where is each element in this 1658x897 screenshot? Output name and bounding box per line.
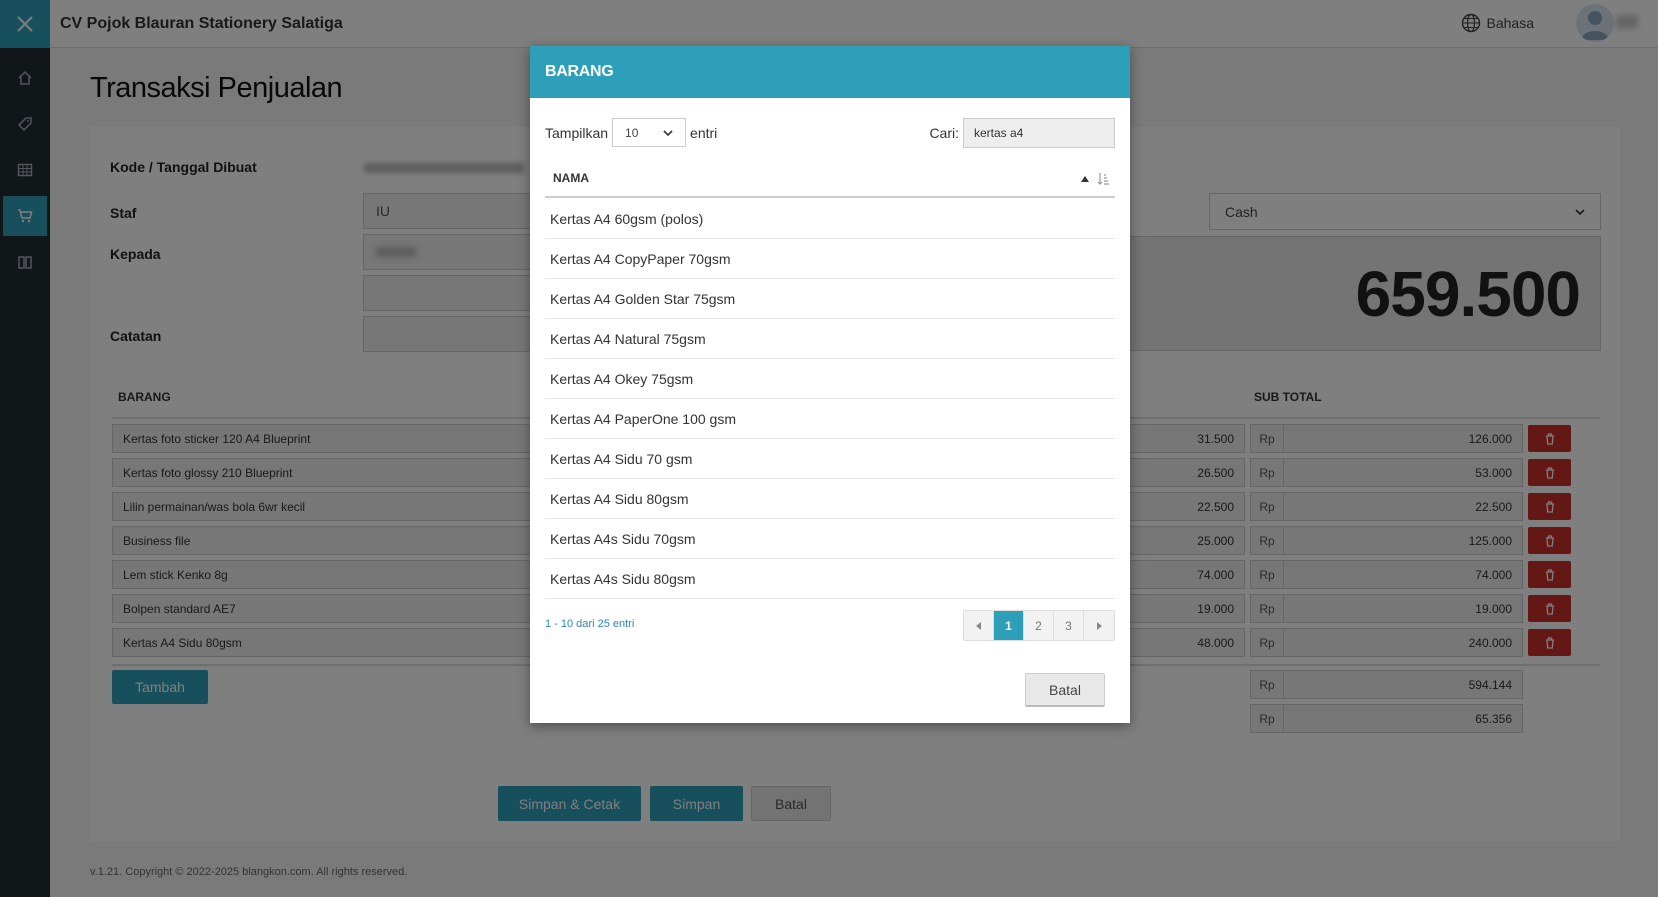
entries-label: entri bbox=[690, 124, 718, 141]
sort-asc-icon bbox=[1081, 175, 1089, 182]
column-header-name-label: NAMA bbox=[553, 171, 589, 185]
page-length-select[interactable]: 10 bbox=[612, 118, 687, 147]
list-item[interactable]: Kertas A4s Sidu 70gsm bbox=[545, 519, 1115, 559]
list-item[interactable]: Kertas A4 PaperOne 100 gsm bbox=[545, 399, 1115, 439]
column-header-name[interactable]: NAMA bbox=[545, 160, 1115, 198]
pagination-info: 1 - 10 dari 25 entri bbox=[545, 618, 635, 630]
list-item[interactable]: Kertas A4 Natural 75gsm bbox=[545, 319, 1115, 359]
modal-title: BARANG bbox=[530, 46, 1130, 98]
search-label: Cari: bbox=[929, 125, 959, 141]
caret-right-icon bbox=[1096, 621, 1102, 630]
page-button-3[interactable]: 3 bbox=[1054, 611, 1084, 640]
list-item[interactable]: Kertas A4 60gsm (polos) bbox=[545, 199, 1115, 239]
modal-cancel-button[interactable]: Batal bbox=[1025, 673, 1105, 707]
page-length-value: 10 bbox=[625, 125, 639, 140]
list-item[interactable]: Kertas A4 Sidu 70 gsm bbox=[545, 439, 1115, 479]
list-item[interactable]: Kertas A4 Okey 75gsm bbox=[545, 359, 1115, 399]
page-button-1[interactable]: 1 bbox=[994, 611, 1024, 640]
item-picker-modal: BARANG Tampilkan 10 entri Cari: kertas a… bbox=[530, 46, 1130, 723]
chevron-down-icon bbox=[663, 129, 673, 136]
next-page-button[interactable] bbox=[1084, 611, 1114, 640]
page-length-control: Tampilkan 10 entri bbox=[545, 118, 717, 147]
page-button-2[interactable]: 2 bbox=[1024, 611, 1054, 640]
list-item[interactable]: Kertas A4 Sidu 80gsm bbox=[545, 479, 1115, 519]
list-item[interactable]: Kertas A4 CopyPaper 70gsm bbox=[545, 239, 1115, 279]
sort-amount-icon bbox=[1097, 173, 1109, 185]
pagination: 1 2 3 bbox=[963, 610, 1115, 641]
caret-left-icon bbox=[976, 621, 981, 630]
search-input[interactable]: kertas a4 bbox=[963, 118, 1115, 148]
list-item[interactable]: Kertas A4 Golden Star 75gsm bbox=[545, 279, 1115, 319]
previous-page-button[interactable] bbox=[964, 611, 994, 640]
show-label: Tampilkan bbox=[545, 124, 609, 141]
list-item[interactable]: Kertas A4s Sidu 80gsm bbox=[545, 559, 1115, 599]
